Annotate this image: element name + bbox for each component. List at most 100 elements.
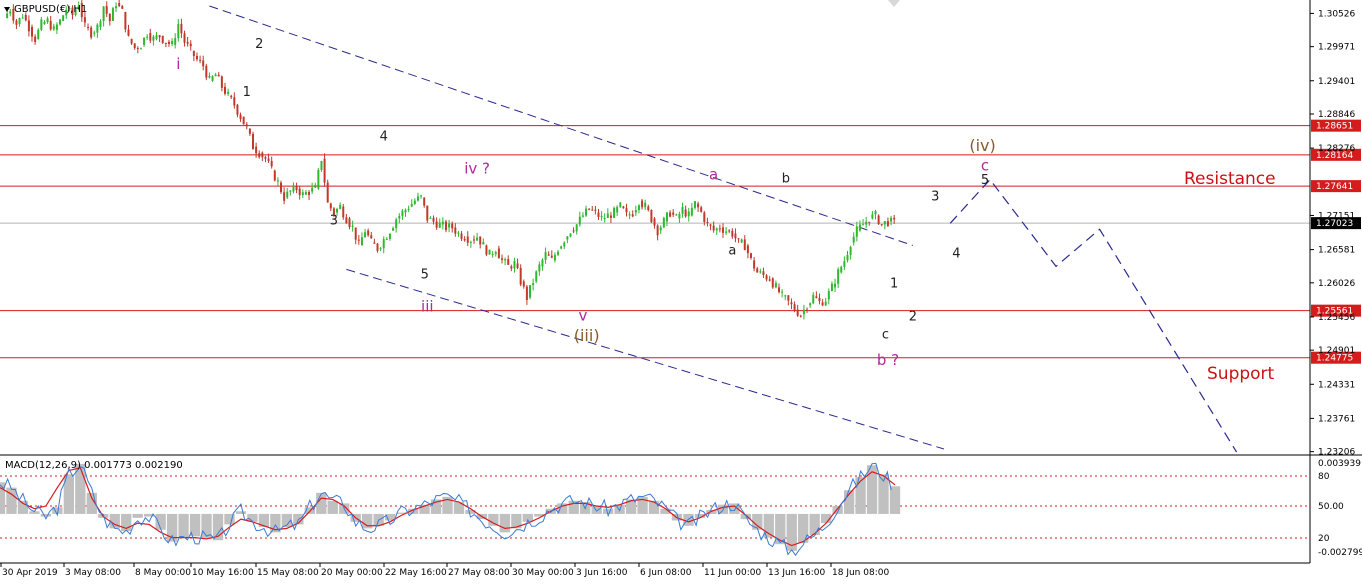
candle-body	[385, 238, 388, 240]
candle-body	[146, 36, 149, 38]
candle-body	[843, 261, 846, 267]
price-tick-label: 1.28276	[1318, 144, 1355, 154]
candle-body	[220, 76, 223, 88]
wave-label: 5	[421, 267, 429, 282]
candle-body	[49, 20, 52, 30]
wave-label: 4	[952, 246, 960, 261]
candle-body	[83, 17, 86, 23]
candle-body	[195, 55, 198, 60]
chart-canvas[interactable]: 1.286511.281641.276411.255611.247751.270…	[0, 0, 1362, 583]
candle-body	[700, 207, 703, 212]
macd-indicator-label: MACD(12,26,9) 0.001773 0.002190	[5, 460, 183, 471]
candle-body	[641, 200, 644, 208]
candle-body	[118, 2, 121, 6]
candle-body	[491, 254, 494, 256]
candle-body	[308, 192, 311, 196]
candle-body	[529, 285, 532, 298]
candle-body	[351, 225, 354, 227]
candle-body	[690, 207, 693, 216]
candle-body	[111, 8, 114, 21]
price-tick-label: 1.28846	[1318, 110, 1355, 120]
forex-chart-window[interactable]: 1.28651 1.28164 1.27641 1.25561 1.24775 1.270…	[0, 0, 1362, 583]
candle-body	[183, 33, 186, 43]
candle-body	[516, 263, 519, 268]
macd-histogram-bar	[316, 492, 327, 514]
candle-body	[264, 157, 267, 159]
candle-body	[678, 213, 681, 219]
candle-body	[258, 153, 261, 158]
candle-body	[778, 287, 781, 293]
candle-body	[186, 41, 189, 44]
candle-body	[286, 191, 289, 198]
macd-level-label: 20	[1318, 534, 1330, 544]
candle-body	[740, 239, 743, 243]
candle-body	[812, 294, 815, 304]
candle-body	[653, 218, 656, 226]
candle-body	[880, 224, 883, 226]
wave-label: a	[728, 243, 736, 258]
candle-body	[790, 302, 793, 305]
candle-body	[320, 161, 323, 170]
candle-body	[513, 260, 516, 269]
candle-body	[469, 241, 472, 243]
candle-body	[255, 146, 258, 154]
candle-body	[756, 268, 759, 273]
candle-body	[637, 205, 640, 211]
candle-body	[728, 230, 731, 232]
candle-body	[871, 214, 874, 219]
candle-body	[283, 192, 286, 201]
candle-body	[441, 221, 444, 225]
candle-body	[202, 60, 205, 67]
candle-body	[410, 203, 413, 207]
candle-body	[211, 76, 214, 81]
candle-body	[585, 208, 588, 216]
candle-body	[413, 200, 416, 204]
candle-body	[802, 309, 805, 315]
candle-body	[326, 182, 329, 203]
candle-body	[781, 291, 784, 293]
candle-body	[457, 232, 460, 234]
candle-body	[893, 217, 896, 220]
wave-label: c	[981, 157, 989, 175]
candle-body	[242, 116, 245, 125]
candle-body	[252, 133, 254, 150]
candle-body	[34, 36, 37, 42]
candle-body	[177, 23, 180, 39]
price-tick-label: 1.27151	[1318, 211, 1355, 221]
candle-body	[830, 283, 833, 292]
candle-body	[693, 201, 696, 208]
candle-body	[625, 208, 628, 213]
candle-body	[270, 160, 273, 167]
candle-body	[55, 24, 58, 30]
time-tick-label: 22 May 16:00	[385, 568, 447, 578]
chart-background	[0, 0, 1362, 583]
candle-body	[659, 227, 662, 231]
macd-level-label: 80	[1318, 472, 1330, 482]
candle-body	[852, 236, 855, 243]
candle-body	[301, 192, 304, 196]
candle-body	[267, 158, 270, 161]
candle-body	[619, 202, 622, 207]
candle-body	[416, 196, 419, 201]
candle-body	[681, 207, 684, 214]
candle-body	[538, 264, 541, 272]
price-tick-label: 1.29401	[1318, 77, 1355, 87]
price-tick-label: 1.23206	[1318, 448, 1355, 458]
candle-body	[230, 95, 233, 98]
candle-body	[388, 233, 391, 239]
candle-body	[189, 43, 192, 47]
candle-body	[171, 41, 174, 44]
price-tick-label: 1.26026	[1318, 279, 1355, 289]
macd-histogram-bar	[40, 513, 52, 517]
macd-scale-label: -0.002799	[1318, 548, 1362, 558]
candle-body	[709, 224, 712, 226]
candle-body	[161, 35, 164, 43]
candle-body	[139, 48, 142, 50]
candle-body	[566, 236, 569, 240]
candle-body	[336, 208, 339, 213]
wave-label: (iii)	[574, 326, 600, 345]
candle-body	[494, 252, 497, 255]
candle-body	[373, 242, 376, 244]
candle-body	[656, 225, 659, 236]
candle-body	[806, 309, 809, 311]
